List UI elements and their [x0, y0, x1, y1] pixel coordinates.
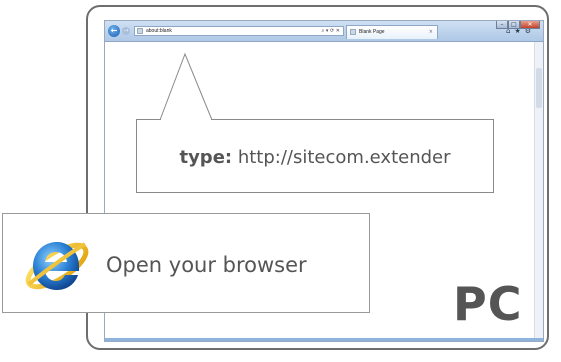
open-browser-label: Open your browser	[106, 253, 307, 277]
device-label: PC	[453, 277, 523, 331]
internet-explorer-icon	[25, 242, 89, 290]
browser-instruction-card: Open your browser	[2, 213, 370, 313]
